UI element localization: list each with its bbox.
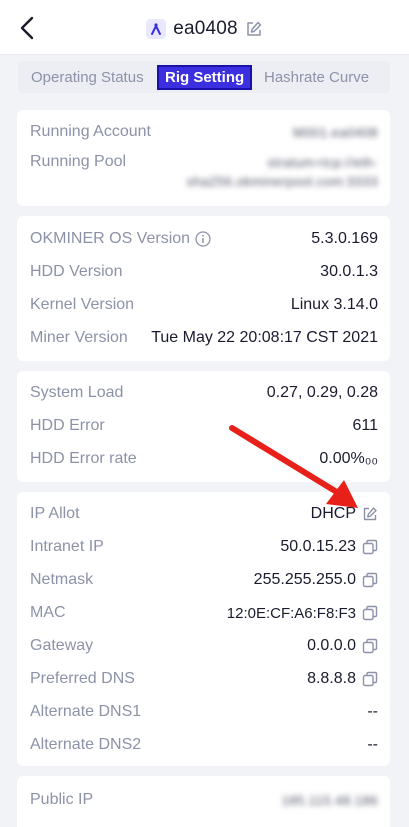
public-ip-label: Public IP	[30, 791, 94, 808]
running-pool-value-line1: stratum+tcp://eth-	[267, 155, 378, 170]
copy-intranet-ip-icon[interactable]	[362, 539, 378, 555]
mac-row: MAC 12:0E:CF:A6:F8:F3	[30, 601, 378, 625]
running-account-value: M001.ea0408	[292, 124, 378, 140]
hdd-error-rate-label: HDD Error rate	[30, 450, 137, 467]
kernel-version-label: Kernel Version	[30, 296, 135, 313]
alternate-dns1-value: --	[367, 703, 378, 720]
copy-mac-icon[interactable]	[362, 605, 378, 621]
gateway-value: 0.0.0.0	[307, 637, 356, 654]
edit-name-icon[interactable]	[245, 20, 263, 38]
version-card: OKMINER OS Version 5.3.0.169 HDD Version…	[17, 216, 390, 361]
title-group: ea0408	[0, 14, 409, 44]
alternate-dns2-row: Alternate DNS2 --	[30, 733, 378, 757]
info-icon[interactable]	[195, 231, 211, 247]
hdd-version-value: 30.0.1.3	[320, 263, 378, 280]
running-account-label: Running Account	[30, 123, 151, 140]
running-pool-label: Running Pool	[30, 153, 127, 170]
preferred-dns-row: Preferred DNS 8.8.8.8	[30, 667, 378, 691]
network-card: IP Allot DHCP Intranet IP 50.0.15.23 Net	[17, 492, 390, 766]
alternate-dns2-label: Alternate DNS2	[30, 736, 142, 753]
system-load-row: System Load 0.27, 0.29, 0.28	[30, 381, 378, 405]
page-title: ea0408	[173, 18, 238, 39]
running-pool-value-line2: sha256.okminerpool.com:3333	[186, 174, 378, 189]
os-version-value: 5.3.0.169	[311, 230, 378, 247]
miner-version-value: Tue May 22 20:08:17 CST 2021	[151, 329, 378, 346]
hdd-error-label: HDD Error	[30, 417, 105, 434]
mac-label: MAC	[30, 604, 66, 621]
ip-allot-row: IP Allot DHCP	[30, 502, 378, 526]
top-bar: ea0408	[0, 0, 409, 55]
account-card: Running Account M001.ea0408 Running Pool…	[17, 110, 390, 206]
alternate-dns1-row: Alternate DNS1 --	[30, 700, 378, 724]
tab-bar: Operating Status Rig Setting Hashrate Cu…	[18, 61, 390, 93]
intranet-ip-value: 50.0.15.23	[280, 538, 356, 555]
intranet-ip-label: Intranet IP	[30, 538, 104, 555]
netmask-label: Netmask	[30, 571, 94, 588]
alternate-dns2-value: --	[367, 736, 378, 753]
alternate-dns1-label: Alternate DNS1	[30, 703, 142, 720]
hdd-version-row: HDD Version 30.0.1.3	[30, 260, 378, 284]
hdd-error-rate-row: HDD Error rate 0.00%₀₀	[30, 447, 378, 471]
public-ip-row: Public IP 185.115.48.186	[30, 788, 378, 812]
copy-preferred-dns-icon[interactable]	[362, 671, 378, 687]
ip-allot-value: DHCP	[310, 505, 356, 522]
tab-rig-setting[interactable]: Rig Setting	[157, 65, 253, 90]
tab-hashrate-curve[interactable]: Hashrate Curve	[264, 65, 369, 90]
hdd-version-label: HDD Version	[30, 263, 123, 280]
system-load-value: 0.27, 0.29, 0.28	[266, 384, 378, 401]
os-version-row: OKMINER OS Version 5.3.0.169	[30, 227, 378, 251]
os-version-label-group: OKMINER OS Version	[30, 230, 211, 248]
tab-operating-status[interactable]: Operating Status	[31, 65, 144, 90]
gateway-row: Gateway 0.0.0.0	[30, 634, 378, 658]
netmask-row: Netmask 255.255.255.0	[30, 568, 378, 592]
running-account-row: Running Account M001.ea0408	[30, 120, 378, 144]
miner-version-row: Miner Version Tue May 22 20:08:17 CST 20…	[30, 326, 378, 350]
hdd-error-rate-value: 0.00%₀₀	[319, 450, 378, 467]
running-pool-row: Running Pool stratum+tcp://eth- sha256.o…	[30, 153, 378, 189]
preferred-dns-value: 8.8.8.8	[307, 670, 356, 687]
edit-ip-allot-icon[interactable]	[362, 506, 378, 522]
preferred-dns-label: Preferred DNS	[30, 670, 135, 687]
ip-allot-label: IP Allot	[30, 505, 80, 522]
system-load-label: System Load	[30, 384, 124, 401]
os-version-label: OKMINER OS Version	[30, 230, 191, 247]
gateway-label: Gateway	[30, 637, 94, 654]
public-ip-value: 185.115.48.186	[281, 792, 378, 808]
copy-netmask-icon[interactable]	[362, 572, 378, 588]
kernel-version-row: Kernel Version Linux 3.14.0	[30, 293, 378, 317]
public-ip-card: Public IP 185.115.48.186	[17, 776, 390, 827]
kernel-version-value: Linux 3.14.0	[290, 296, 378, 313]
hdd-error-value: 611	[352, 417, 378, 434]
intranet-ip-row: Intranet IP 50.0.15.23	[30, 535, 378, 559]
miner-icon	[146, 19, 167, 39]
netmask-value: 255.255.255.0	[253, 571, 356, 588]
copy-gateway-icon[interactable]	[362, 638, 378, 654]
mac-value: 12:0E:CF:A6:F8:F3	[226, 604, 356, 622]
hdd-error-row: HDD Error 611	[30, 414, 378, 438]
miner-version-label: Miner Version	[30, 329, 128, 346]
system-card: System Load 0.27, 0.29, 0.28 HDD Error 6…	[17, 371, 390, 482]
